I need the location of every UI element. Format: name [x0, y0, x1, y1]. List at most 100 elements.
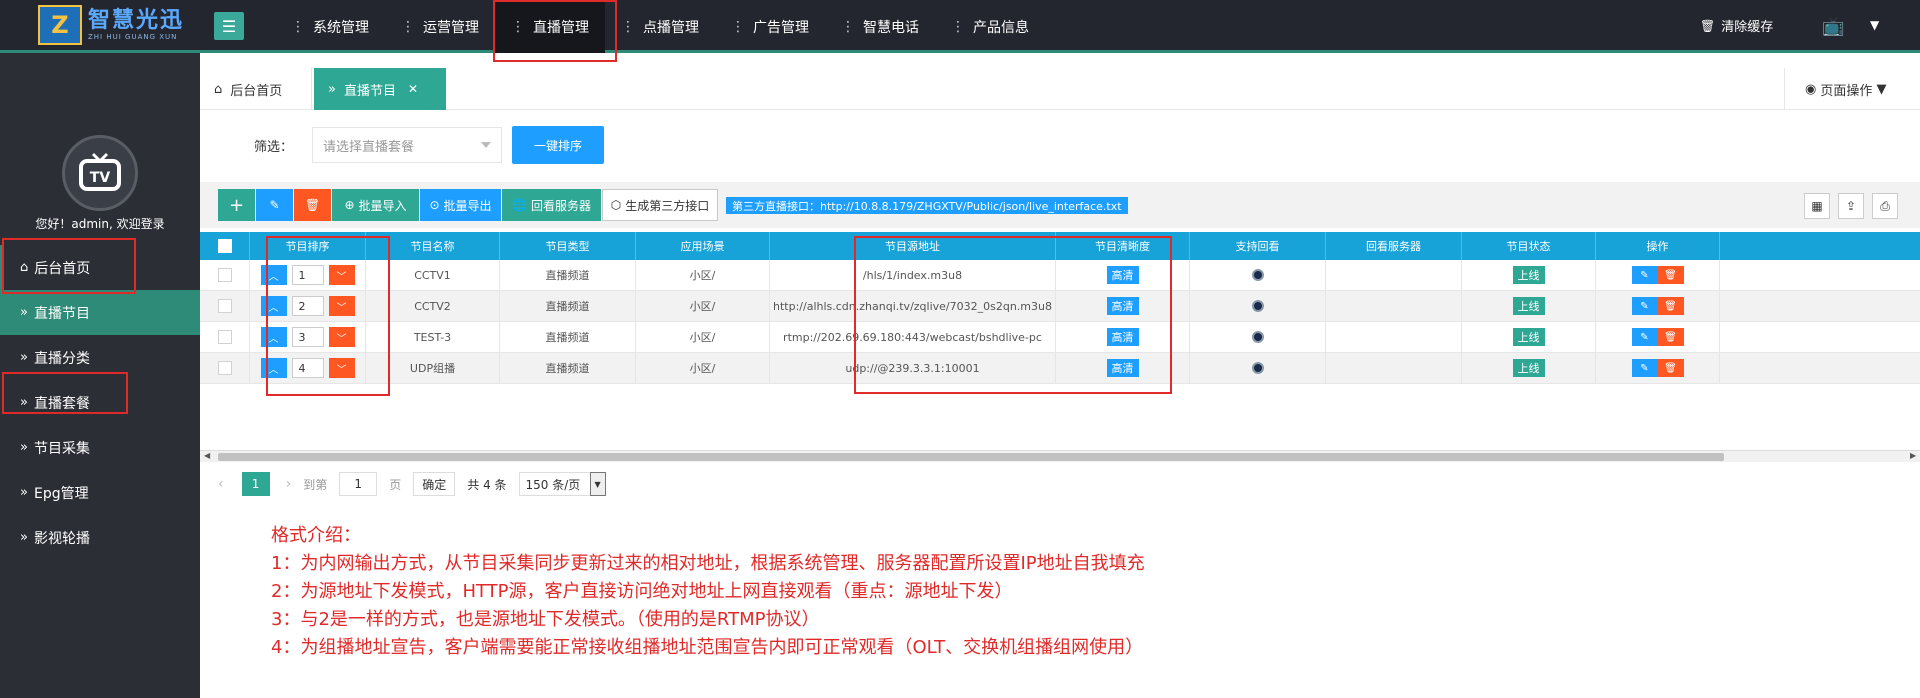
row-checkbox[interactable]: [217, 268, 232, 282]
logo-text-en: ZHI HUI GUANG XUN: [88, 33, 178, 41]
replay-radio[interactable]: [1251, 269, 1264, 281]
order-input[interactable]: 3: [291, 327, 324, 347]
nav-item-ads[interactable]: ⋮ 广告管理: [715, 0, 825, 53]
tab-home[interactable]: ⌂ 后台首页: [200, 68, 312, 110]
row-edit-button[interactable]: ✎: [1631, 328, 1658, 346]
move-up-button[interactable]: ︿: [260, 265, 287, 285]
nav-item-operation[interactable]: ⋮ 运营管理: [385, 0, 495, 53]
replay-radio[interactable]: [1251, 331, 1264, 343]
col-replay[interactable]: 支持回看: [1190, 232, 1326, 260]
menu-dots-icon: ⋮: [951, 18, 965, 35]
goto-page-input[interactable]: 1: [339, 472, 378, 496]
order-input[interactable]: 2: [291, 296, 324, 316]
replay-radio[interactable]: [1251, 300, 1264, 312]
cell-type: 直播频道: [500, 291, 636, 321]
clear-cache-button[interactable]: 🗑 清除缓存: [1700, 16, 1773, 36]
programs-table: 节目排序 节目名称 节目类型 应用场景 节目源地址 节目清晰度 支持回看 回看服…: [200, 232, 1920, 384]
plus-circle-icon: ⊕: [344, 198, 355, 212]
row-checkbox[interactable]: [217, 330, 232, 344]
row-edit-button[interactable]: ✎: [1631, 266, 1658, 284]
nav-item-live[interactable]: ⋮ 直播管理: [493, 0, 617, 62]
move-down-button[interactable]: ﹀: [328, 265, 355, 285]
col-order[interactable]: 节目排序: [250, 232, 366, 260]
package-select[interactable]: 请选择直播套餐: [312, 127, 502, 163]
edit-button[interactable]: ✎: [256, 189, 294, 221]
double-chevron-right-icon: »: [20, 485, 28, 500]
batch-export-button[interactable]: ⊙ 批量导出: [420, 189, 502, 221]
scroll-thumb[interactable]: [218, 453, 1724, 461]
prev-page-icon[interactable]: ‹: [218, 476, 224, 492]
close-icon[interactable]: ✕: [408, 82, 418, 96]
row-checkbox[interactable]: [217, 361, 232, 375]
order-input[interactable]: 4: [291, 358, 324, 378]
next-page-icon[interactable]: ›: [286, 476, 292, 492]
nav-item-vod[interactable]: ⋮ 点播管理: [605, 0, 715, 53]
sidebar-item-program-collect[interactable]: » 节目采集: [0, 425, 200, 470]
row-delete-button[interactable]: 🗑: [1657, 297, 1684, 315]
current-page[interactable]: 1: [241, 472, 270, 496]
add-button[interactable]: +: [218, 189, 256, 221]
col-type[interactable]: 节目类型: [500, 232, 636, 260]
menu-toggle-button[interactable]: ☰: [214, 12, 244, 40]
page-ops-dropdown[interactable]: ◉ 页面操作 ▼: [1784, 68, 1920, 110]
one-click-sort-button[interactable]: 一键排序: [512, 126, 604, 164]
sidebar-item-live-category[interactable]: » 直播分类: [0, 335, 200, 380]
tv-icon[interactable]: 📺: [1822, 16, 1844, 37]
app-root: Z 智慧光迅 ZHI HUI GUANG XUN ☰ ⋮ 系统管理 ⋮ 运营管理 ⋮…: [0, 0, 1920, 698]
nav-item-product[interactable]: ⋮ 产品信息: [935, 0, 1045, 53]
move-up-button[interactable]: ︿: [260, 296, 287, 316]
api-link[interactable]: 第三方直播接口：http://10.8.8.179/ZHGXTV/Public/…: [726, 197, 1128, 214]
cell-name: UDP组播: [366, 353, 500, 383]
cell-source: http://alhls.cdn.zhanqi.tv/zqlive/7032_0…: [770, 291, 1056, 321]
row-edit-button[interactable]: ✎: [1631, 359, 1658, 377]
sidebar-item-carousel[interactable]: » 影视轮播: [0, 515, 200, 560]
batch-import-button[interactable]: ⊕ 批量导入: [332, 189, 420, 221]
move-up-button[interactable]: ︿: [260, 358, 287, 378]
sidebar-item-home[interactable]: ⌂ 后台首页: [0, 245, 200, 290]
table-row[interactable]: ︿ 1 ﹀ CCTV1 直播频道 小区/ /hls/1/index.m3u8 高清 …: [200, 260, 1920, 291]
order-input[interactable]: 1: [291, 265, 324, 285]
page-size-select[interactable]: 150 条/页 ▼: [518, 472, 606, 496]
delete-button[interactable]: 🗑: [294, 189, 332, 221]
move-up-button[interactable]: ︿: [260, 327, 287, 347]
row-checkbox[interactable]: [217, 299, 232, 313]
goto-label: 到第: [303, 477, 328, 492]
row-edit-button[interactable]: ✎: [1631, 297, 1658, 315]
goto-confirm-button[interactable]: 确定: [413, 472, 456, 496]
row-delete-button[interactable]: 🗑: [1657, 328, 1684, 346]
replay-server-button[interactable]: 🌐 回看服务器: [502, 189, 602, 221]
columns-icon[interactable]: ▦: [1804, 193, 1830, 219]
horizontal-scrollbar[interactable]: ◀ ▶: [200, 450, 1920, 462]
nav-item-phone[interactable]: ⋮ 智慧电话: [825, 0, 935, 53]
export-icon[interactable]: ⇪: [1838, 193, 1864, 219]
move-down-button[interactable]: ﹀: [328, 327, 355, 347]
sidebar-item-epg[interactable]: » Epg管理: [0, 470, 200, 515]
col-quality[interactable]: 节目清晰度: [1056, 232, 1190, 260]
row-delete-button[interactable]: 🗑: [1657, 359, 1684, 377]
move-down-button[interactable]: ﹀: [328, 296, 355, 316]
scroll-left-icon[interactable]: ◀: [204, 451, 210, 460]
col-name[interactable]: 节目名称: [366, 232, 500, 260]
generate-api-button[interactable]: ⬡ 生成第三方接口: [602, 189, 718, 221]
nav-item-system[interactable]: ⋮ 系统管理: [275, 0, 385, 53]
col-source[interactable]: 节目源地址: [770, 232, 1056, 260]
col-server[interactable]: 回看服务器: [1326, 232, 1462, 260]
sidebar: TV 您好！admin, 欢迎登录 ⌂ 后台首页 » 直播节目 » 直播分类 » 直播套…: [0, 53, 200, 698]
row-delete-button[interactable]: 🗑: [1657, 266, 1684, 284]
print-icon[interactable]: ⎙: [1872, 193, 1898, 219]
sidebar-item-live-package[interactable]: » 直播套餐: [0, 380, 200, 425]
table-row[interactable]: ︿ 2 ﹀ CCTV2 直播频道 小区/ http://alhls.cdn.zhan…: [200, 291, 1920, 322]
status-badge: 上线: [1512, 297, 1545, 315]
table-row[interactable]: ︿ 4 ﹀ UDP组播 直播频道 小区/ udp://@239.3.3.1:1000…: [200, 353, 1920, 384]
replay-radio[interactable]: [1251, 362, 1264, 374]
col-status[interactable]: 节目状态: [1462, 232, 1596, 260]
sidebar-item-live-programs[interactable]: » 直播节目: [0, 290, 200, 335]
double-chevron-right-icon: »: [20, 395, 28, 410]
col-scene[interactable]: 应用场景: [636, 232, 770, 260]
tab-live-programs[interactable]: » 直播节目 ✕: [314, 68, 446, 110]
scroll-right-icon[interactable]: ▶: [1910, 451, 1916, 460]
select-all-checkbox[interactable]: [217, 239, 232, 253]
table-row[interactable]: ︿ 3 ﹀ TEST-3 直播频道 小区/ rtmp://202.69.69.180…: [200, 322, 1920, 353]
chevron-down-icon[interactable]: ▼: [1870, 18, 1879, 32]
move-down-button[interactable]: ﹀: [328, 358, 355, 378]
